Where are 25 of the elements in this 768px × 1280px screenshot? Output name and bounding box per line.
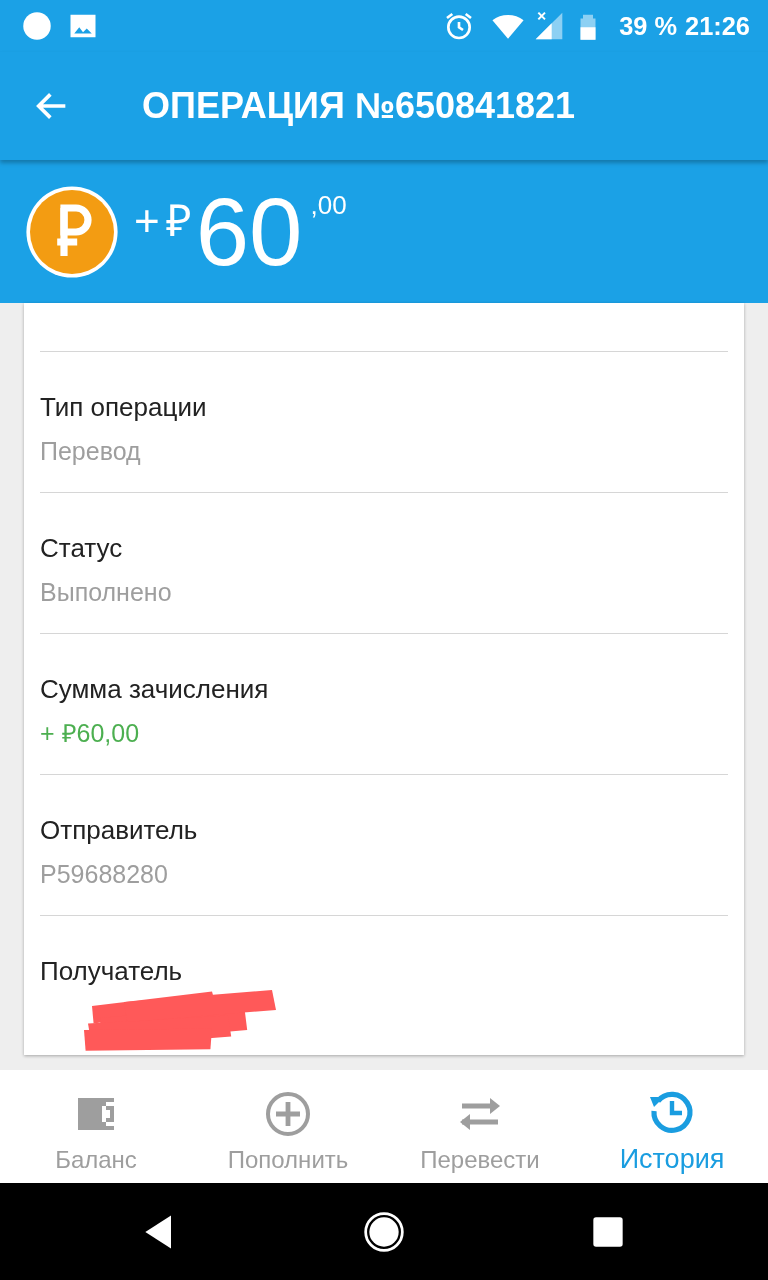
home-icon [362, 1209, 406, 1254]
amount-sign: + [134, 195, 160, 247]
nav-tab[interactable]: Перевести [384, 1070, 576, 1183]
battery-level: 39 % [619, 10, 678, 42]
nav-tab[interactable]: Пополнить [192, 1070, 384, 1183]
amount-value: 60 [195, 183, 303, 280]
detail-value: Перевод [40, 436, 142, 467]
detail-value: + ₽60,00 [40, 718, 141, 749]
detail-label: Отправитель [40, 814, 199, 847]
detail-label: Статус [40, 532, 124, 565]
ruble-coin-icon [24, 183, 120, 280]
notification-dot-icon [22, 11, 52, 41]
detail-label: Сумма зачисления [40, 673, 270, 706]
home-button[interactable] [362, 1209, 406, 1254]
screen-title: ОПЕРАЦИЯ №650841821 [142, 84, 576, 128]
detail-label: Тип операции [40, 391, 208, 424]
plus-circle-icon [264, 1089, 312, 1138]
detail-value: P59688280 [40, 859, 169, 890]
nav-tab[interactable]: Баланс [0, 1070, 192, 1183]
clock: 21:26 [685, 10, 750, 42]
currency-symbol: ₽ [165, 195, 192, 247]
detail-value: Выполнено [40, 577, 173, 608]
detail-label: Получатель [40, 955, 184, 988]
amount-fraction: ,00 [310, 189, 347, 222]
nav-tab[interactable]: История [576, 1070, 768, 1183]
